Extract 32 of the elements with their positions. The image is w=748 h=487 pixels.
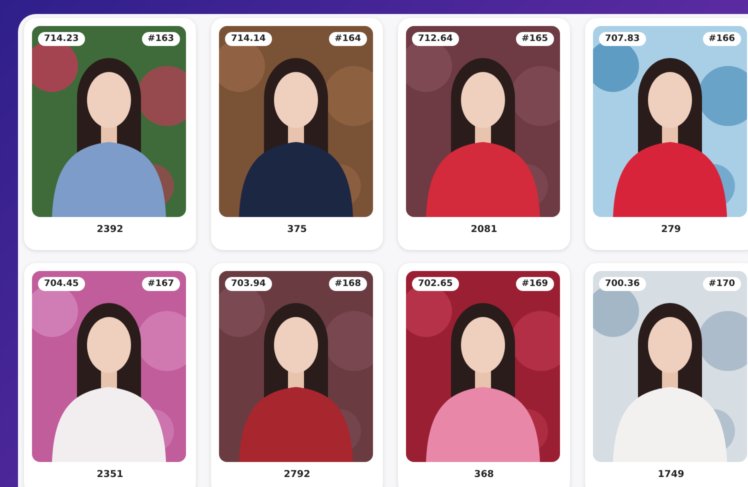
nft-card[interactable]: 704.45 #167 2351 — [24, 263, 196, 487]
score-badge: 714.14 — [225, 32, 272, 46]
score-badge: 702.65 — [412, 277, 459, 291]
number-badge: #168 — [328, 277, 367, 291]
card-count: 2351 — [96, 468, 124, 480]
score-badge: 707.83 — [599, 32, 646, 46]
card-count: 2792 — [282, 468, 312, 480]
nft-card[interactable]: 714.14 #164 375 — [211, 18, 383, 250]
nft-card[interactable]: 714.23 #163 2392 — [24, 18, 196, 250]
number-badge: #165 — [516, 32, 554, 46]
nft-card[interactable]: 702.65 #169 368 — [398, 263, 570, 487]
card-count: 279 — [660, 223, 682, 235]
score-badge: 712.64 — [412, 32, 459, 46]
nft-card[interactable]: 700.36 #170 1749 — [585, 263, 748, 487]
number-badge: #164 — [328, 32, 367, 46]
number-badge: #167 — [142, 277, 180, 291]
score-badge: 714.23 — [38, 32, 85, 46]
card-count: 2392 — [96, 223, 124, 235]
score-badge: 704.45 — [38, 277, 85, 291]
card-count: 1749 — [656, 468, 686, 480]
card-count: 375 — [286, 223, 308, 235]
score-badge: 700.36 — [599, 277, 646, 291]
number-badge: #163 — [142, 32, 180, 46]
card-count: 2081 — [470, 223, 498, 235]
score-badge: 703.94 — [225, 277, 272, 291]
nft-card[interactable]: 712.64 #165 2081 — [398, 18, 570, 250]
nft-card[interactable]: 703.94 #168 2792 — [211, 263, 383, 487]
number-badge: #166 — [702, 32, 741, 46]
number-badge: #170 — [702, 277, 741, 291]
number-badge: #169 — [516, 277, 554, 291]
card-count: 368 — [473, 468, 495, 480]
nft-card[interactable]: 707.83 #166 279 — [585, 18, 748, 250]
